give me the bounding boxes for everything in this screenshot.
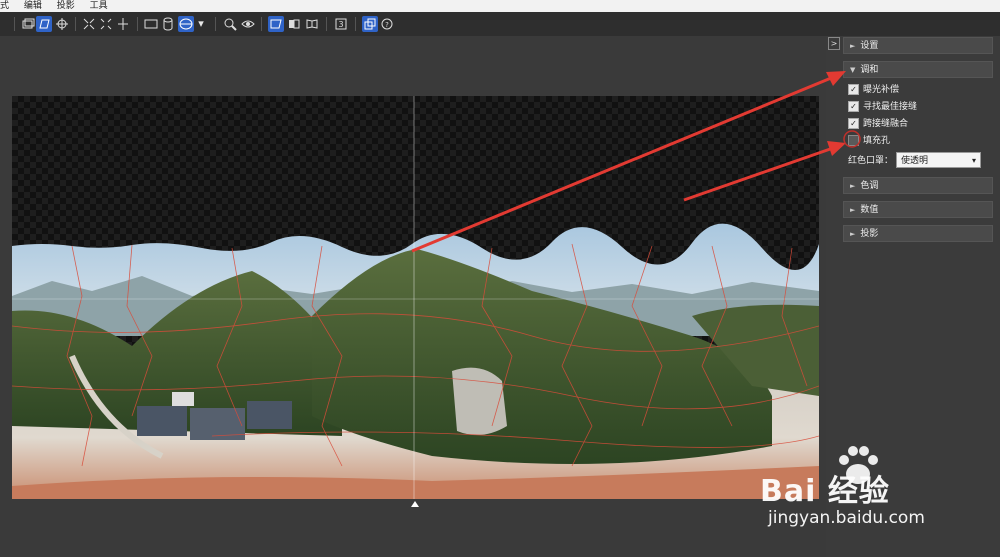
expand-arrow-icon: ►: [850, 230, 856, 238]
section-label: 投影: [860, 229, 879, 239]
section-settings[interactable]: ► 设置: [843, 37, 993, 54]
toolbar-separator: [75, 17, 76, 31]
collapse-arrow-icon: ▼: [850, 66, 856, 74]
option-blend-across-seams[interactable]: ✓ 跨接缝融合: [848, 118, 908, 130]
option-fill-holes[interactable]: 填充孔: [848, 135, 890, 147]
svg-text:?: ?: [385, 21, 389, 29]
option-label: 填充孔: [863, 136, 891, 146]
toolbar-separator: [326, 17, 327, 31]
straighten-icon[interactable]: [115, 16, 131, 32]
toolbar: ▾ 3 ?: [0, 12, 1000, 37]
zoom-icon[interactable]: [222, 16, 238, 32]
section-tone[interactable]: ► 色调: [843, 177, 993, 194]
toolbar-separator: [355, 17, 356, 31]
checkbox[interactable]: ✓: [848, 101, 859, 112]
red-mask-select[interactable]: 使透明 ▾: [896, 152, 981, 168]
expand-arrow-icon: ►: [850, 206, 856, 214]
option-exposure-compensation[interactable]: ✓ 曝光补偿: [848, 84, 899, 96]
menu-item-projection[interactable]: 投影: [57, 0, 75, 12]
preview-icon[interactable]: [240, 16, 256, 32]
red-mask-label: 红色口罩：: [848, 156, 894, 166]
watermark-url: jingyan.baidu.com: [768, 508, 925, 528]
panorama-image: [12, 96, 819, 499]
section-label: 数值: [860, 205, 879, 215]
checkbox[interactable]: ✓: [848, 118, 859, 129]
svg-text:3: 3: [338, 20, 343, 29]
toolbar-separator: [215, 17, 216, 31]
section-values[interactable]: ► 数值: [843, 201, 993, 218]
checkbox[interactable]: [848, 135, 859, 146]
section-label: 设置: [860, 41, 879, 51]
dropdown-icon[interactable]: ▾: [196, 16, 206, 32]
section-blending[interactable]: ▼ 调和: [843, 61, 993, 78]
checkbox[interactable]: ✓: [848, 84, 859, 95]
edit-mask-icon[interactable]: [36, 16, 52, 32]
number-icon[interactable]: 3: [333, 16, 349, 32]
view3-icon[interactable]: [304, 16, 320, 32]
option-label: 跨接缝融合: [863, 119, 909, 129]
expand-arrow-icon: ►: [850, 42, 856, 50]
chevron-down-icon: ▾: [971, 156, 976, 165]
collapse-panel-button[interactable]: >: [828, 37, 840, 50]
toolbar-separator: [14, 17, 15, 31]
menu-item-edit[interactable]: 编辑: [24, 0, 42, 12]
toolbar-separator: [137, 17, 138, 31]
section-label: 调和: [860, 65, 879, 75]
crosshair-marker-icon[interactable]: [411, 501, 419, 507]
option-label: 曝光补偿: [863, 85, 900, 95]
expand-arrow-icon: ►: [850, 182, 856, 190]
section-projection[interactable]: ► 投影: [843, 225, 993, 242]
panorama-icon[interactable]: [20, 16, 36, 32]
section-label: 色调: [860, 181, 879, 191]
view2-icon[interactable]: [286, 16, 302, 32]
fit-icon[interactable]: [81, 16, 97, 32]
view1-icon[interactable]: [268, 16, 284, 32]
option-optimal-seam[interactable]: ✓ 寻找最佳接缝: [848, 101, 917, 113]
toolbar-separator: [261, 17, 262, 31]
rect-projection-icon[interactable]: [143, 16, 159, 32]
option-label: 寻找最佳接缝: [863, 102, 918, 112]
watermark-brand: Bai 经验: [760, 474, 890, 509]
panorama-preview[interactable]: [12, 96, 819, 499]
crop-icon[interactable]: [98, 16, 114, 32]
layers-icon[interactable]: [362, 16, 378, 32]
menu-item-mode[interactable]: 式: [0, 0, 9, 12]
cylinder-projection-icon[interactable]: [160, 16, 176, 32]
sphere-projection-icon[interactable]: [178, 16, 194, 32]
menu-bar: 式 编辑 投影 工具: [0, 0, 1000, 12]
move-icon[interactable]: [54, 16, 70, 32]
red-mask-value: 使透明: [901, 156, 929, 166]
menu-item-tools[interactable]: 工具: [90, 0, 108, 12]
help-icon[interactable]: ?: [379, 16, 395, 32]
